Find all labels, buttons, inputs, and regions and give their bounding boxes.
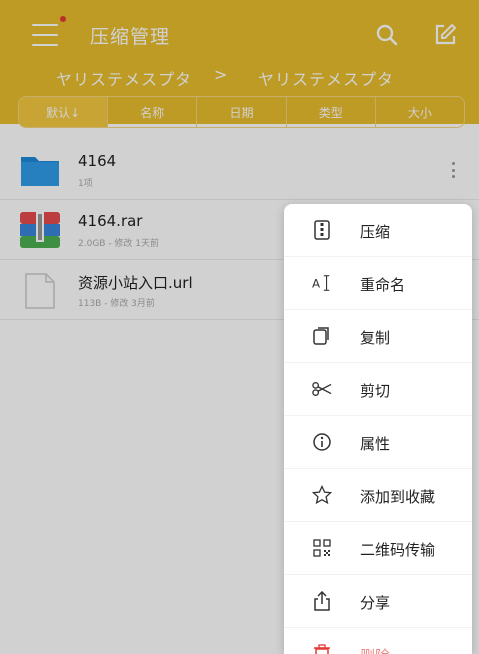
menu-item-delete[interactable]: 删除 xyxy=(284,628,472,654)
menu-item-label: 复制 xyxy=(360,329,391,347)
copy-icon xyxy=(312,326,332,346)
share-icon xyxy=(312,591,332,611)
compress-icon xyxy=(312,220,332,240)
menu-item-label: 属性 xyxy=(360,435,391,453)
menu-item-qr-transfer[interactable]: 二维码传输 xyxy=(284,522,472,575)
menu-item-share[interactable]: 分享 xyxy=(284,575,472,628)
menu-item-properties[interactable]: 属性 xyxy=(284,416,472,469)
menu-item-label: 剪切 xyxy=(360,382,391,400)
info-icon xyxy=(312,432,332,452)
menu-item-copy[interactable]: 复制 xyxy=(284,310,472,363)
menu-item-add-favorite[interactable]: 添加到收藏 xyxy=(284,469,472,522)
menu-item-label: 重命名 xyxy=(360,276,406,294)
menu-item-label: 二维码传输 xyxy=(360,541,436,559)
context-menu: 压缩 A 重命名 复制 剪切 属性 添加到收藏 二维码传输 分享 xyxy=(284,204,472,654)
star-icon xyxy=(312,485,332,505)
menu-item-compress[interactable]: 压缩 xyxy=(284,204,472,257)
scissors-icon xyxy=(312,379,332,399)
menu-item-rename[interactable]: A 重命名 xyxy=(284,257,472,310)
menu-item-cut[interactable]: 剪切 xyxy=(284,363,472,416)
menu-item-label: 添加到收藏 xyxy=(360,488,436,506)
menu-item-label: 分享 xyxy=(360,594,391,612)
delete-icon xyxy=(312,644,332,654)
menu-item-label: 压缩 xyxy=(360,223,391,241)
menu-item-label: 删除 xyxy=(360,645,390,654)
qr-code-icon xyxy=(312,538,332,558)
svg-text:A: A xyxy=(312,277,320,291)
rename-icon: A xyxy=(312,273,332,293)
